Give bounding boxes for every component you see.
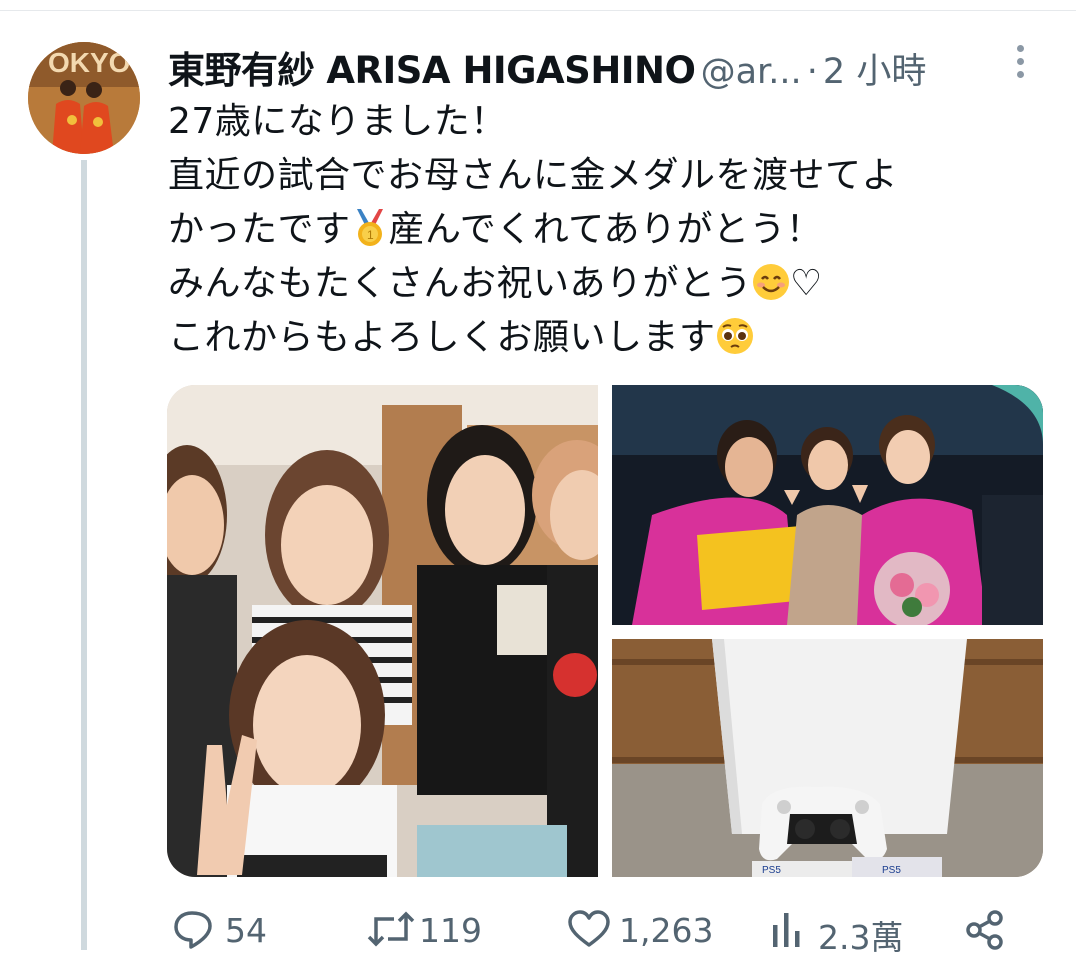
author-name[interactable]: 東野有紗 ARISA HIGASHINO [168,49,696,92]
avatar[interactable]: OKYO [28,42,140,154]
ps5-box-label-1: PS5 [762,865,781,876]
more-options-icon[interactable] [1006,42,1034,82]
top-divider [0,10,1076,11]
reply-button[interactable]: 54 [168,905,278,950]
medal-ceremony-image [612,385,1043,625]
retweet-icon [367,911,415,947]
views-icon [773,913,800,947]
ps5-console-photo[interactable]: PS5 PS5 [612,639,1043,877]
ps5-console-image: PS5 PS5 [612,639,1043,877]
tweet-line-4-text: みんなもたくさんお祝いありがとう [168,263,753,304]
tweet-text: 27歳になりました！ 直近の試合でお母さんに金メダルを渡せてよ かったです 1 産ん… [168,95,1028,365]
pleading-face-icon [716,318,753,354]
retweet-button[interactable]: 119 [366,905,486,950]
tweet-line-3: かったです 1 産んでくれてありがとう！ [168,203,1028,257]
tweet-header: 東野有紗 ARISA HIGASHINO @ar... · 2 小時 [168,40,998,96]
tweet-line-5-text: これからもよろしくお願いします [168,317,716,358]
svg-text:1: 1 [367,228,374,242]
medal-ceremony-photo[interactable] [612,385,1043,625]
gold-medal-icon: 1 [356,209,383,246]
smiling-face-icon [753,264,790,300]
share-icon [966,910,1003,950]
reply-count: 54 [225,911,267,950]
ps5-box-label-2: PS5 [882,865,901,876]
like-button[interactable]: 1,263 [566,905,716,950]
separator-dot: · [806,52,818,92]
author-handle[interactable]: @ar... [701,52,802,92]
views-button[interactable]: 2.3萬 [768,905,908,957]
timestamp[interactable]: 2 小時 [823,52,926,92]
action-bar: 54 119 1,263 2.3萬 [168,905,1028,957]
heart-symbol: ♡ [790,263,823,304]
tweet-line-1: 27歳になりました！ [168,101,507,142]
group-selfie-photo[interactable] [167,385,598,877]
tweet-line-3-text-a: かったです [168,209,351,250]
share-button[interactable] [964,905,1008,950]
tweet-line-4: みんなもたくさんお祝いありがとう ♡ [168,257,1028,311]
tweet-line-2: 直近の試合でお母さんに金メダルを渡せてよ [168,155,899,196]
retweet-count: 119 [419,911,482,950]
heart-icon [568,910,610,947]
tweet-line-3-text-b: 産んでくれてありがとう！ [388,209,823,250]
thread-line [81,160,87,950]
avatar-photo: OKYO [28,42,140,154]
group-selfie-image [167,385,598,877]
tweet-line-5: これからもよろしくお願いします [168,311,1028,365]
avatar-text: OKYO [48,47,130,78]
media-grid: PS5 PS5 [167,385,1043,877]
like-count: 1,263 [619,911,714,950]
reply-icon [174,911,212,949]
views-count: 2.3萬 [818,918,904,957]
